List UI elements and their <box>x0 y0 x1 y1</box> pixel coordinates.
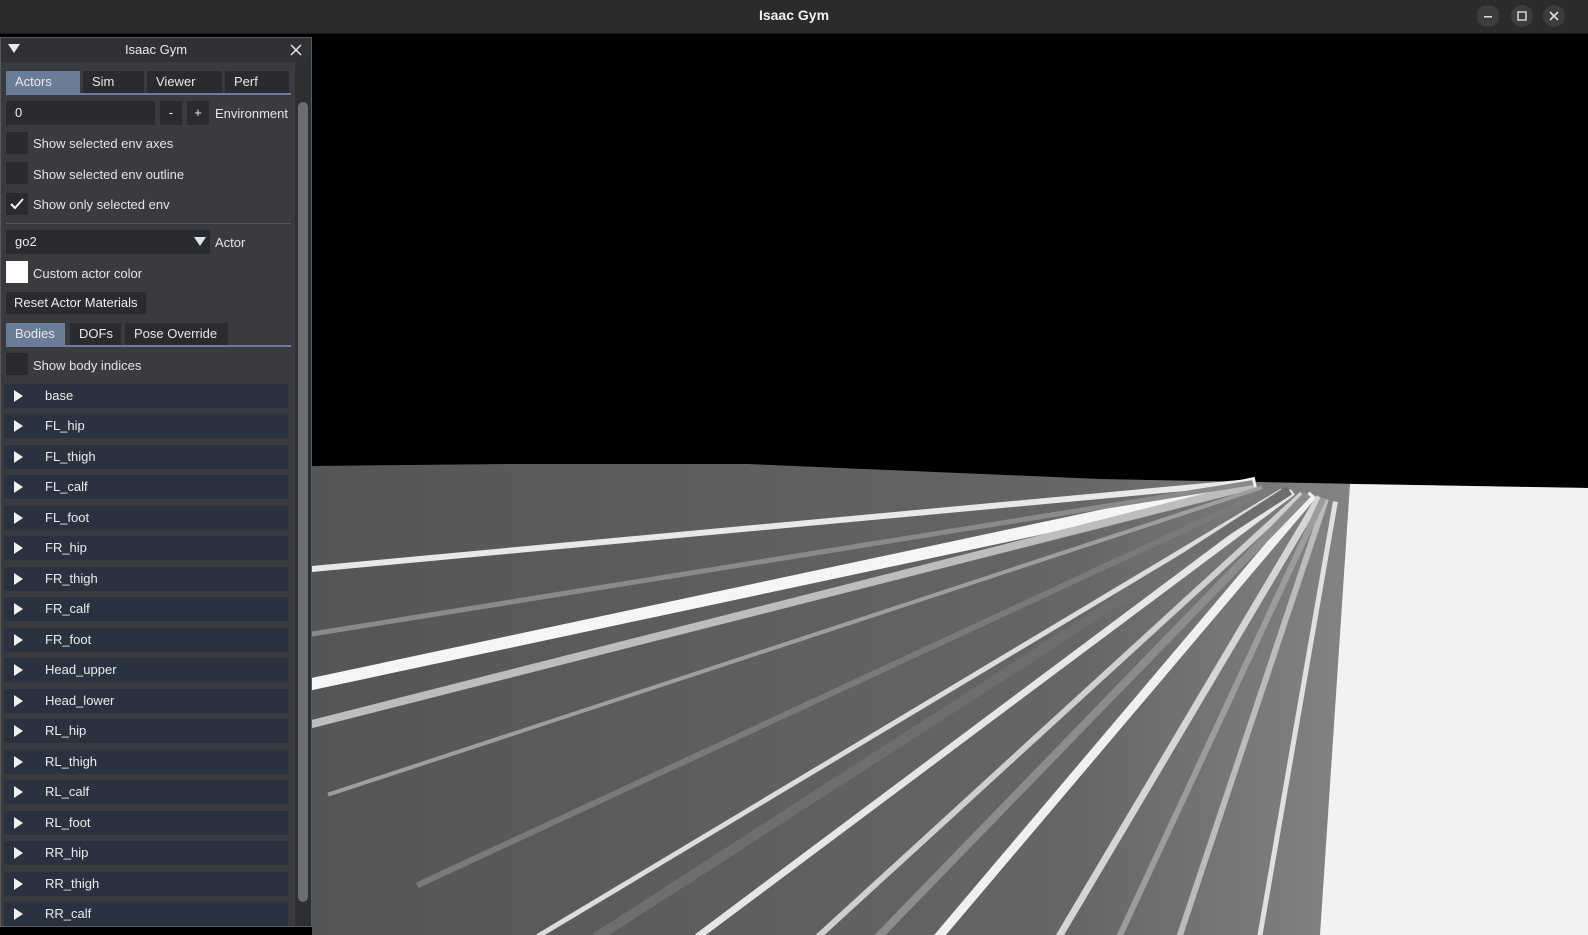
body-name: RL_calf <box>45 784 90 799</box>
tab-perf[interactable]: Perf <box>225 71 289 93</box>
checkbox-show-env-axes[interactable] <box>6 132 28 154</box>
custom-actor-color-swatch[interactable] <box>6 261 28 283</box>
body-row-fl-thigh[interactable]: FL_thigh <box>4 445 288 469</box>
expand-arrow-icon <box>14 390 23 402</box>
tab-bodies[interactable]: Bodies <box>6 323 65 345</box>
tab-dofs[interactable]: DOFs <box>70 323 121 345</box>
body-name: RL_thigh <box>45 754 98 769</box>
body-name: FL_foot <box>45 510 90 525</box>
body-row-fr-foot[interactable]: FR_foot <box>4 628 288 652</box>
expand-arrow-icon <box>14 542 23 554</box>
expand-arrow-icon <box>14 695 23 707</box>
body-name: RR_thigh <box>45 876 100 891</box>
close-icon <box>1549 11 1559 21</box>
expand-arrow-icon <box>14 634 23 646</box>
body-name: RR_calf <box>45 906 92 921</box>
body-name: Head_lower <box>45 693 115 708</box>
reset-actor-materials-button[interactable]: Reset Actor Materials <box>6 292 146 314</box>
expand-arrow-icon <box>14 603 23 615</box>
expand-arrow-icon <box>14 847 23 859</box>
body-name: FL_hip <box>45 418 85 433</box>
window-titlebar: Isaac Gym <box>0 0 1588 34</box>
body-row-rl-calf[interactable]: RL_calf <box>4 780 288 804</box>
body-row-rl-hip[interactable]: RL_hip <box>4 719 288 743</box>
body-row-fl-foot[interactable]: FL_foot <box>4 506 288 530</box>
body-row-head-lower[interactable]: Head_lower <box>4 689 288 713</box>
panel-title: Isaac Gym <box>124 42 188 57</box>
body-row-rl-thigh[interactable]: RL_thigh <box>4 750 288 774</box>
environment-decrement-button[interactable]: - <box>160 101 182 125</box>
body-name: FR_foot <box>45 632 92 647</box>
checkbox-show-only-selected-env[interactable] <box>6 193 28 215</box>
body-row-fr-thigh[interactable]: FR_thigh <box>4 567 288 591</box>
checkmark-icon <box>10 198 24 210</box>
expand-arrow-icon <box>14 451 23 463</box>
body-name: FL_calf <box>45 479 88 494</box>
body-row-rr-calf[interactable]: RR_calf <box>4 902 288 926</box>
isaac-gym-panel: Isaac Gym Actors Sim Viewer Perf 0 - + E… <box>0 37 312 927</box>
body-name: FL_thigh <box>45 449 96 464</box>
tab-actors[interactable]: Actors <box>6 71 80 93</box>
body-name: FR_calf <box>45 601 90 616</box>
expand-arrow-icon <box>14 786 23 798</box>
expand-arrow-icon <box>14 420 23 432</box>
actor-dropdown-value: go2 <box>15 234 37 249</box>
body-row-fl-hip[interactable]: FL_hip <box>4 414 288 438</box>
checkbox-show-env-outline[interactable] <box>6 162 28 184</box>
body-row-fl-calf[interactable]: FL_calf <box>4 475 288 499</box>
expand-arrow-icon <box>14 512 23 524</box>
body-name: RL_foot <box>45 815 91 830</box>
window-title: Isaac Gym <box>758 7 830 23</box>
show-env-outline-label: Show selected env outline <box>33 167 185 182</box>
separator <box>6 223 291 224</box>
body-name: FR_thigh <box>45 571 98 586</box>
tab-underline <box>6 93 291 95</box>
show-body-indices-label: Show body indices <box>33 358 142 373</box>
expand-arrow-icon <box>14 878 23 890</box>
expand-arrow-icon <box>14 725 23 737</box>
environment-increment-button[interactable]: + <box>187 101 209 125</box>
minimize-icon <box>1484 16 1492 18</box>
dropdown-arrow-icon <box>194 237 206 246</box>
body-row-fr-calf[interactable]: FR_calf <box>4 597 288 621</box>
body-name: FR_hip <box>45 540 87 555</box>
expand-arrow-icon <box>14 664 23 676</box>
custom-actor-color-label: Custom actor color <box>33 266 143 281</box>
panel-close-icon[interactable] <box>289 43 303 57</box>
actor-dropdown[interactable]: go2 <box>6 230 210 254</box>
body-row-head-upper[interactable]: Head_upper <box>4 658 288 682</box>
close-window-button[interactable] <box>1543 5 1565 27</box>
body-name: base <box>45 388 74 403</box>
body-row-rr-hip[interactable]: RR_hip <box>4 841 288 865</box>
body-row-fr-hip[interactable]: FR_hip <box>4 536 288 560</box>
body-name: Head_upper <box>45 662 117 677</box>
expand-arrow-icon <box>14 908 23 920</box>
body-row-rl-foot[interactable]: RL_foot <box>4 811 288 835</box>
tab-pose-override[interactable]: Pose Override <box>125 323 228 345</box>
panel-scrollbar-thumb[interactable] <box>298 102 308 902</box>
show-only-selected-env-label: Show only selected env <box>33 197 170 212</box>
body-name: RL_hip <box>45 723 87 738</box>
maximize-icon <box>1517 11 1527 21</box>
expand-arrow-icon <box>14 573 23 585</box>
actor-label: Actor <box>215 235 246 250</box>
maximize-button[interactable] <box>1511 5 1533 27</box>
panel-header[interactable]: Isaac Gym <box>1 38 311 62</box>
tab-viewer[interactable]: Viewer <box>147 71 222 93</box>
tab-sim[interactable]: Sim <box>83 71 144 93</box>
show-env-axes-label: Show selected env axes <box>33 136 174 151</box>
checkbox-show-body-indices[interactable] <box>6 353 28 375</box>
subtab-underline <box>6 345 291 347</box>
expand-arrow-icon <box>14 817 23 829</box>
body-row-rr-thigh[interactable]: RR_thigh <box>4 872 288 896</box>
minimize-button[interactable] <box>1477 5 1499 27</box>
environment-input[interactable]: 0 <box>6 101 155 125</box>
body-name: RR_hip <box>45 845 89 860</box>
expand-arrow-icon <box>14 756 23 768</box>
body-row-base[interactable]: base <box>4 384 288 408</box>
environment-label: Environment <box>215 106 288 121</box>
expand-arrow-icon <box>14 481 23 493</box>
